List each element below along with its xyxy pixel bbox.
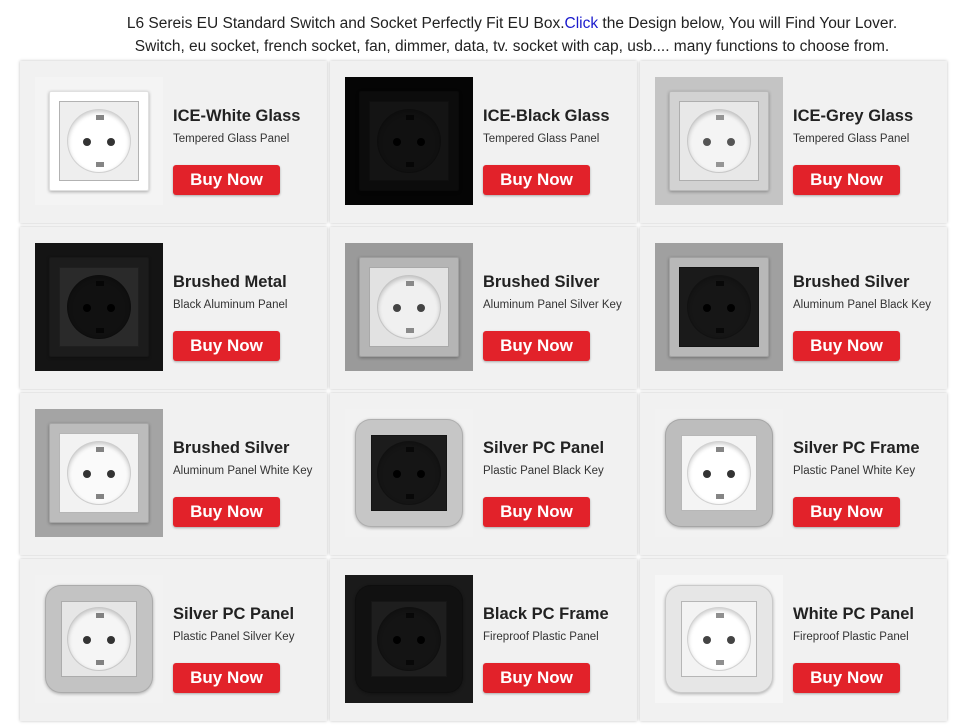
buy-now-button[interactable]: Buy Now <box>173 331 280 361</box>
product-subtitle: Fireproof Plastic Panel <box>483 631 599 643</box>
product-subtitle: Aluminum Panel Black Key <box>793 299 932 311</box>
product-title: Brushed Metal <box>173 273 287 291</box>
product-subtitle: Black Aluminum Panel <box>173 299 288 311</box>
brushed-black-socket-icon <box>35 243 163 371</box>
product-title: Brushed Silver <box>793 273 910 291</box>
brushed-silver-white-key-socket-icon <box>35 409 163 537</box>
product-title: Silver PC Panel <box>483 439 605 457</box>
intro-line-1: L6 Sereis EU Standard Switch and Socket … <box>0 12 967 35</box>
product-card[interactable]: Brushed Silver Aluminum Panel Silver Key… <box>330 227 637 389</box>
buy-now-button[interactable]: Buy Now <box>173 497 280 527</box>
silver-pc-frame-socket-icon <box>655 409 783 537</box>
product-title: ICE-White Glass <box>173 107 301 125</box>
buy-now-button[interactable]: Buy Now <box>173 663 280 693</box>
brushed-silver-socket-icon <box>345 243 473 371</box>
product-title: White PC Panel <box>793 605 915 623</box>
black-glass-socket-icon <box>345 77 473 205</box>
product-title: ICE-Grey Glass <box>793 107 914 125</box>
buy-now-button[interactable]: Buy Now <box>483 165 590 195</box>
buy-now-button[interactable]: Buy Now <box>793 663 900 693</box>
product-card[interactable]: ICE-Grey Glass Tempered Glass Panel Buy … <box>640 61 947 223</box>
silver-pc-black-key-socket-icon <box>345 409 473 537</box>
buy-now-button[interactable]: Buy Now <box>793 497 900 527</box>
buy-now-button[interactable]: Buy Now <box>173 165 280 195</box>
buy-now-button[interactable]: Buy Now <box>483 331 590 361</box>
silver-pc-silver-key-socket-icon <box>35 575 163 703</box>
product-image[interactable] <box>655 243 783 371</box>
white-glass-socket-icon <box>35 77 163 205</box>
product-subtitle: Tempered Glass Panel <box>483 133 600 145</box>
product-image[interactable] <box>345 243 473 371</box>
product-subtitle: Tempered Glass Panel <box>793 133 910 145</box>
product-image[interactable] <box>655 409 783 537</box>
product-card[interactable]: Brushed Silver Aluminum Panel Black Key … <box>640 227 947 389</box>
product-card[interactable]: Silver PC Panel Plastic Panel Black Key … <box>330 393 637 555</box>
buy-now-button[interactable]: Buy Now <box>483 663 590 693</box>
product-subtitle: Plastic Panel Silver Key <box>173 631 295 643</box>
product-image[interactable] <box>35 575 163 703</box>
click-link[interactable]: Click <box>565 15 599 32</box>
product-image[interactable] <box>345 77 473 205</box>
product-card[interactable]: ICE-White Glass Tempered Glass Panel Buy… <box>20 61 327 223</box>
product-subtitle: Aluminum Panel Silver Key <box>483 299 622 311</box>
buy-now-button[interactable]: Buy Now <box>793 331 900 361</box>
intro-text: L6 Sereis EU Standard Switch and Socket … <box>0 12 967 58</box>
product-subtitle: Aluminum Panel White Key <box>173 465 313 477</box>
product-title: Brushed Silver <box>483 273 600 291</box>
intro-line-1-tail: the Design below, You will Find Your Lov… <box>598 15 898 32</box>
product-subtitle: Plastic Panel White Key <box>793 465 916 477</box>
product-title: Silver PC Frame <box>793 439 920 457</box>
buy-now-button[interactable]: Buy Now <box>483 497 590 527</box>
product-card[interactable]: ICE-Black Glass Tempered Glass Panel Buy… <box>330 61 637 223</box>
product-title: Silver PC Panel <box>173 605 295 623</box>
white-pc-panel-socket-icon <box>655 575 783 703</box>
product-image[interactable] <box>35 243 163 371</box>
grey-glass-socket-icon <box>655 77 783 205</box>
product-card[interactable]: Black PC Frame Fireproof Plastic Panel B… <box>330 559 637 721</box>
product-image[interactable] <box>655 77 783 205</box>
product-card[interactable]: Brushed Silver Aluminum Panel White Key … <box>20 393 327 555</box>
intro-line-2: Switch, eu socket, french socket, fan, d… <box>134 38 890 55</box>
product-subtitle: Tempered Glass Panel <box>173 133 290 145</box>
buy-now-button[interactable]: Buy Now <box>793 165 900 195</box>
product-image[interactable] <box>35 409 163 537</box>
black-pc-frame-socket-icon <box>345 575 473 703</box>
brushed-silver-black-key-socket-icon <box>655 243 783 371</box>
product-subtitle: Plastic Panel Black Key <box>483 465 604 477</box>
product-title: Black PC Frame <box>483 605 609 623</box>
product-card[interactable]: White PC Panel Fireproof Plastic Panel B… <box>640 559 947 721</box>
product-subtitle: Fireproof Plastic Panel <box>793 631 909 643</box>
product-card[interactable]: Silver PC Panel Plastic Panel Silver Key… <box>20 559 327 721</box>
product-card[interactable]: Brushed Metal Black Aluminum Panel Buy N… <box>20 227 327 389</box>
product-image[interactable] <box>345 575 473 703</box>
product-image[interactable] <box>345 409 473 537</box>
product-title: ICE-Black Glass <box>483 107 610 125</box>
product-image[interactable] <box>655 575 783 703</box>
product-card[interactable]: Silver PC Frame Plastic Panel White Key … <box>640 393 947 555</box>
product-title: Brushed Silver <box>173 439 290 457</box>
product-image[interactable] <box>35 77 163 205</box>
intro-line-1-text: L6 Sereis EU Standard Switch and Socket … <box>126 15 565 32</box>
